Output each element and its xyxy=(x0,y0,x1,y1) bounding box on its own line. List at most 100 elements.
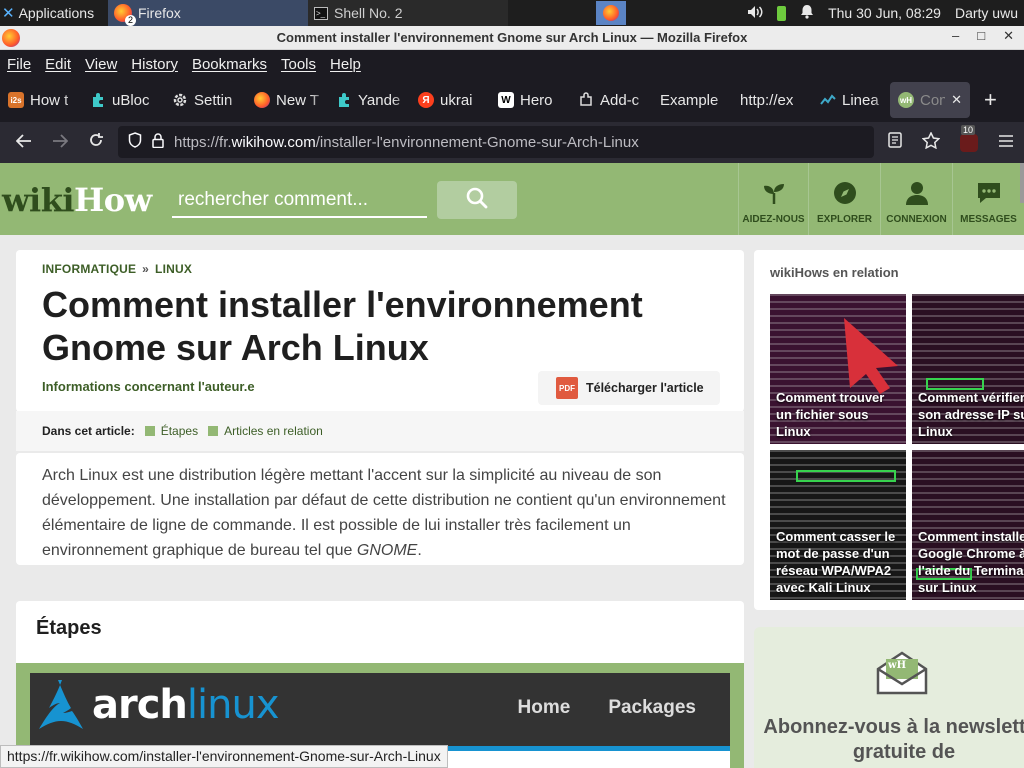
blocked-count-badge: 10 xyxy=(961,124,976,135)
newsletter-heading: Abonnez-vous à la newsletter gratuite de xyxy=(763,716,1024,763)
close-tab-icon[interactable]: ✕ xyxy=(951,92,962,108)
related-caption: Comment installer Google Chrome à l'aide… xyxy=(918,529,1024,595)
notification-bell-icon[interactable] xyxy=(800,4,814,22)
menu-edit[interactable]: Edit xyxy=(45,56,71,73)
hamburger-menu-icon[interactable] xyxy=(998,133,1014,153)
ublock-origin-icon[interactable]: 10 xyxy=(960,124,978,152)
download-article-button[interactable]: PDF Télécharger l'article xyxy=(538,371,720,405)
window-count-badge: 2 xyxy=(125,15,136,26)
tab-new-tab[interactable]: New T xyxy=(246,82,328,118)
breadcrumb-linux[interactable]: LINUX xyxy=(155,262,192,276)
volume-icon[interactable] xyxy=(747,5,763,22)
page-content: INFORMATIQUE » LINUX Comment installer l'e… xyxy=(0,235,1024,768)
newsletter-box: wH Abonnez-vous à la newsletter gratuite… xyxy=(754,627,1024,768)
sprout-icon xyxy=(761,180,787,206)
new-tab-button[interactable]: + xyxy=(984,87,997,113)
menu-history[interactable]: History xyxy=(131,56,178,73)
nav-help-us[interactable]: AIDEZ-NOUS xyxy=(738,163,808,235)
tab-ukraine[interactable]: Я ukrai xyxy=(410,82,490,118)
tab-comment-installer[interactable]: wH Con ✕ xyxy=(890,82,970,118)
user-menu[interactable]: Darty uwu xyxy=(955,5,1018,21)
chat-bubble-icon xyxy=(976,180,1002,206)
minimize-button[interactable]: – xyxy=(952,28,959,44)
gear-icon xyxy=(172,92,188,108)
lock-icon[interactable] xyxy=(152,132,164,152)
steps-heading: Étapes xyxy=(36,617,102,639)
tab-yandex[interactable]: Yande xyxy=(328,82,410,118)
tab-label: Con xyxy=(920,91,946,109)
url-bar[interactable]: https://fr.wikihow.com/installer-l'envir… xyxy=(118,126,874,158)
nav-messages[interactable]: MESSAGES xyxy=(952,163,1024,235)
breadcrumb: INFORMATIQUE » LINUX xyxy=(42,262,192,276)
battery-icon[interactable] xyxy=(777,5,787,21)
toc-label: Dans cet article: xyxy=(42,424,135,438)
tab-ublock[interactable]: uBloc xyxy=(82,82,164,118)
taskbar-shell-label: Shell No. 2 xyxy=(334,5,403,21)
search-button[interactable] xyxy=(437,181,517,219)
menu-view[interactable]: View xyxy=(85,56,117,73)
clock[interactable]: Thu 30 Jun, 08:29 xyxy=(828,5,941,21)
bookmark-star-icon[interactable] xyxy=(921,130,941,154)
tab-label: How t xyxy=(30,91,69,109)
highlight-box xyxy=(796,470,896,482)
related-article-card[interactable]: Comment vérifier son adresse IP sur Linu… xyxy=(912,294,1024,444)
author-info-link[interactable]: Informations concernant l'auteur.e xyxy=(42,379,255,394)
back-button[interactable] xyxy=(6,132,42,153)
nav-login[interactable]: CONNEXION xyxy=(880,163,952,235)
related-article-card[interactable]: Comment trouver un fichier sous Linux xyxy=(770,294,906,444)
window-titlebar[interactable]: Comment installer l'environnement Gnome … xyxy=(0,26,1024,50)
reload-button[interactable] xyxy=(78,132,114,153)
nav-explore[interactable]: EXPLORER xyxy=(808,163,880,235)
url-text: https://fr.wikihow.com/installer-l'envir… xyxy=(174,133,639,151)
applications-label: Applications xyxy=(18,5,95,21)
wikihow-header: wikiHow rechercher comment... AIDEZ-NOUS… xyxy=(0,163,1024,235)
xfce-icon: ✕ xyxy=(2,5,15,22)
terminal-icon: >_ xyxy=(314,6,328,20)
workspace-switcher[interactable] xyxy=(596,1,626,25)
related-article-card[interactable]: Comment installer Google Chrome à l'aide… xyxy=(912,450,1024,600)
wikihow-icon: wH xyxy=(898,92,914,108)
menu-tools[interactable]: Tools xyxy=(281,56,316,73)
tab-hero[interactable]: W Hero xyxy=(490,82,570,118)
breadcrumb-informatique[interactable]: INFORMATIQUE xyxy=(42,262,136,276)
menu-file[interactable]: File xyxy=(7,56,31,73)
page-scrollbar[interactable] xyxy=(1020,163,1024,203)
i2s-icon: i2s xyxy=(8,92,24,108)
related-article-card[interactable]: Comment casser le mot de passe d'un rése… xyxy=(770,450,906,600)
search-icon xyxy=(465,186,489,215)
yandex-icon: Я xyxy=(418,92,434,108)
forward-button[interactable] xyxy=(42,132,78,153)
menu-help[interactable]: Help xyxy=(330,56,361,73)
maximize-button[interactable]: □ xyxy=(977,28,985,44)
square-bullet-icon xyxy=(208,426,219,436)
tab-addons[interactable]: Add-c xyxy=(570,82,652,118)
tab-how-to[interactable]: i2s How t xyxy=(0,82,82,118)
tab-example[interactable]: Example xyxy=(652,82,732,118)
close-window-button[interactable]: ✕ xyxy=(1003,28,1014,44)
applications-menu[interactable]: ✕ Applications xyxy=(0,4,108,22)
wikihow-mini-logo: wH xyxy=(888,660,907,671)
toc-item-steps[interactable]: Étapes xyxy=(144,424,198,438)
menu-bookmarks[interactable]: Bookmarks xyxy=(192,56,267,73)
tab-strip: i2s How t uBloc Settin New T Yande Я ukr… xyxy=(0,78,1024,122)
intro-paragraph: Arch Linux est une distribution légère m… xyxy=(42,467,726,559)
taskbar-firefox-label: Firefox xyxy=(138,5,181,21)
taskbar-firefox[interactable]: 2 Firefox xyxy=(108,0,308,26)
arch-logo-icon xyxy=(39,680,83,729)
taskbar-shell[interactable]: >_ Shell No. 2 xyxy=(308,0,508,26)
tab-linear[interactable]: Linea xyxy=(812,82,890,118)
tab-http-example[interactable]: http://ex xyxy=(732,82,812,118)
menu-bar: File Edit View History Bookmarks Tools H… xyxy=(0,50,1024,78)
tab-settings[interactable]: Settin xyxy=(164,82,246,118)
top-panel: ✕ Applications 2 Firefox >_ Shell No. 2 … xyxy=(0,0,1024,26)
shield-icon[interactable] xyxy=(128,132,142,152)
reader-view-icon[interactable] xyxy=(888,132,902,153)
toc-item-related[interactable]: Articles en relation xyxy=(208,424,323,438)
user-icon xyxy=(904,180,930,206)
compass-icon xyxy=(832,180,858,206)
wikihow-logo[interactable]: wikiHow xyxy=(2,181,152,219)
firefox-icon xyxy=(603,5,619,21)
related-title: wikiHows en relation xyxy=(770,265,899,280)
navigation-bar: https://fr.wikihow.com/installer-l'envir… xyxy=(0,122,1024,163)
search-input[interactable]: rechercher comment... xyxy=(172,181,427,218)
